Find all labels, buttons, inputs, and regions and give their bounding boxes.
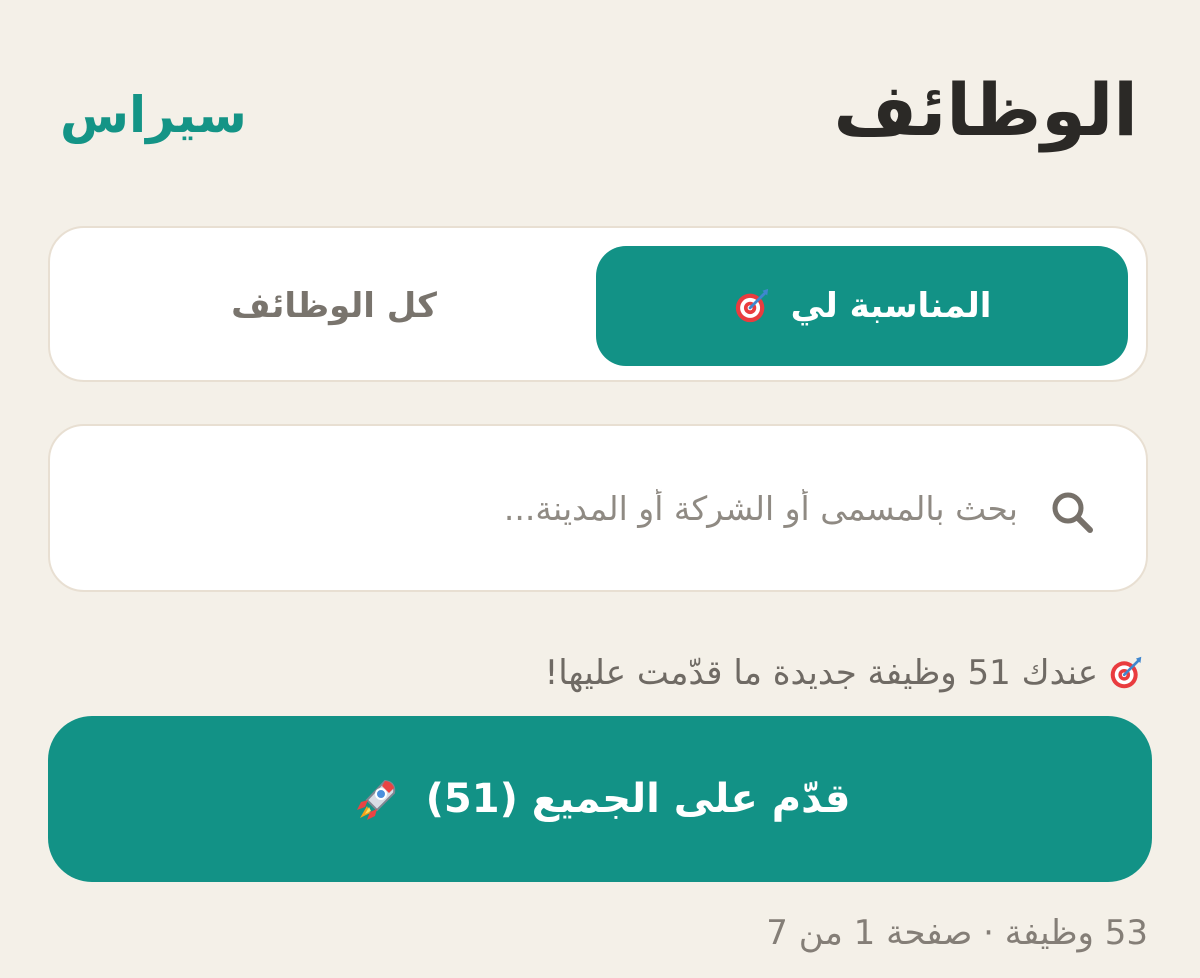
target-icon xyxy=(735,288,768,323)
new-jobs-notice-text: عندك 51 وظيفة جديدة ما قدّمت عليها! xyxy=(544,653,1098,693)
search-input[interactable] xyxy=(238,470,1018,546)
apply-all-label: قدّم على الجميع (51) xyxy=(425,776,851,822)
search-icon xyxy=(1052,492,1093,533)
job-filter-tabs: المناسبة لي كل الوظائف xyxy=(48,226,1148,382)
target-icon xyxy=(1110,656,1142,689)
new-jobs-notice: عندك 51 وظيفة جديدة ما قدّمت عليها! xyxy=(545,650,1144,696)
rocket-icon xyxy=(356,779,395,820)
page-title: الوظائف xyxy=(833,68,1139,152)
tab-suitable-for-me[interactable]: المناسبة لي xyxy=(596,246,1128,366)
tab-all-jobs-label: كل الوظائف xyxy=(231,286,437,326)
brand-logo-text: سيراس xyxy=(60,86,247,144)
search-container xyxy=(48,424,1148,592)
tab-all-jobs[interactable]: كل الوظائف xyxy=(68,246,600,366)
pagination-summary: 53 وظيفة · صفحة 1 من 7 xyxy=(766,913,1148,953)
tab-suitable-for-me-label: المناسبة لي xyxy=(790,286,992,326)
apply-all-button[interactable]: قدّم على الجميع (51) xyxy=(48,716,1152,882)
